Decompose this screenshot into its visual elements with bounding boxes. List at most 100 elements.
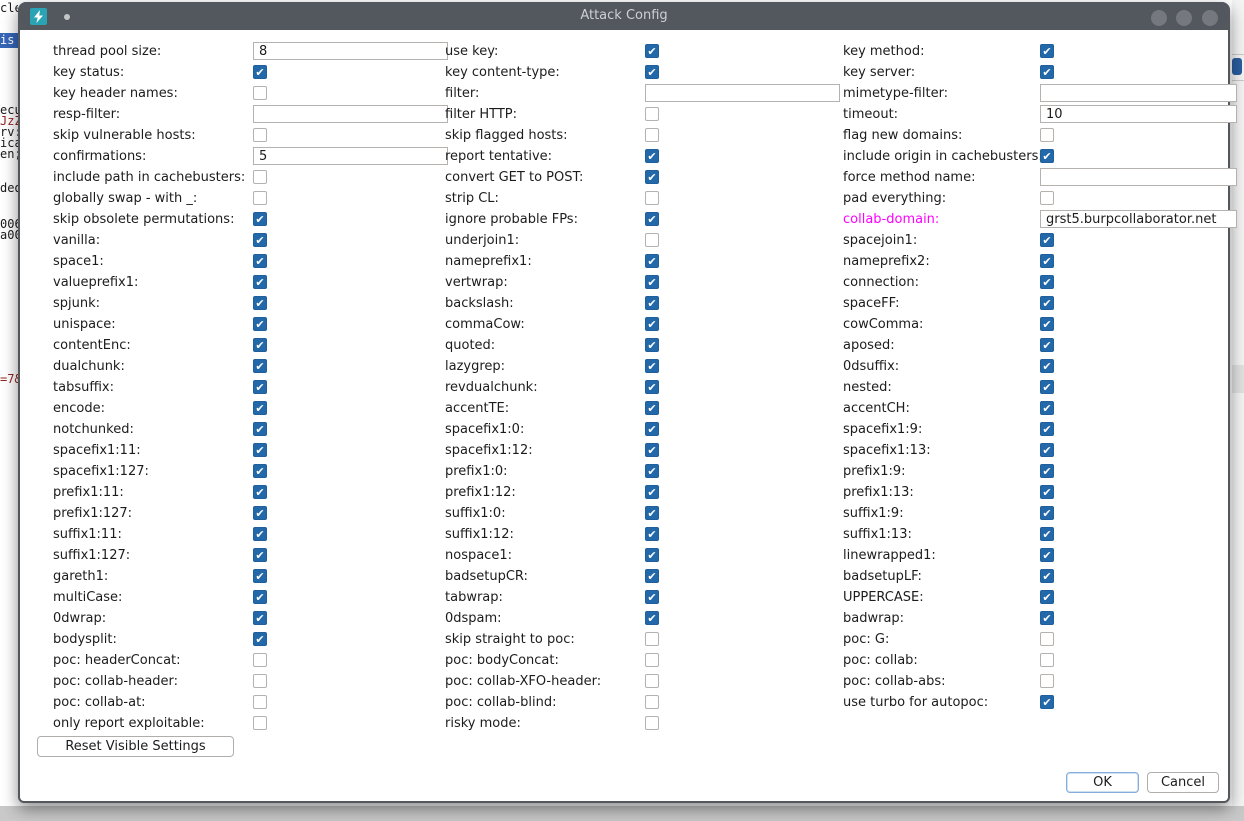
- checkbox-badsetupcr[interactable]: ✔: [645, 569, 659, 583]
- checkbox-spacefix1-9[interactable]: ✔: [1040, 422, 1054, 436]
- checkbox-backslash[interactable]: ✔: [645, 296, 659, 310]
- checkbox-prefix1-11[interactable]: ✔: [253, 485, 267, 499]
- checkbox-nameprefix2[interactable]: ✔: [1040, 254, 1054, 268]
- checkbox-globally-swap-with[interactable]: [253, 191, 267, 205]
- checkbox-dualchunk[interactable]: ✔: [253, 359, 267, 373]
- checkbox-include-path-in-cachebusters[interactable]: [253, 170, 267, 184]
- checkbox-poc-collab[interactable]: [1040, 653, 1054, 667]
- window-control-button[interactable]: [1202, 10, 1218, 26]
- checkbox-prefix1-127[interactable]: ✔: [253, 506, 267, 520]
- checkbox-0dspam[interactable]: ✔: [645, 611, 659, 625]
- checkbox-valueprefix1[interactable]: ✔: [253, 275, 267, 289]
- input-thread-pool-size[interactable]: [253, 42, 448, 60]
- checkbox-0dwrap[interactable]: ✔: [253, 611, 267, 625]
- window-control-button[interactable]: [1151, 10, 1167, 26]
- checkbox-lazygrep[interactable]: ✔: [645, 359, 659, 373]
- input-mimetype-filter[interactable]: [1040, 84, 1237, 102]
- input-collab-domain[interactable]: [1040, 210, 1237, 228]
- reset-visible-settings-button[interactable]: Reset Visible Settings: [37, 736, 234, 757]
- checkbox-tabwrap[interactable]: ✔: [645, 590, 659, 604]
- ok-button[interactable]: OK: [1066, 772, 1139, 793]
- checkbox-skip-vulnerable-hosts[interactable]: [253, 128, 267, 142]
- checkbox-strip-cl[interactable]: [645, 191, 659, 205]
- checkbox-prefix1-12[interactable]: ✔: [645, 485, 659, 499]
- checkbox-poc-headerconcat[interactable]: [253, 653, 267, 667]
- checkbox-prefix1-13[interactable]: ✔: [1040, 485, 1054, 499]
- checkbox-poc-collab-abs[interactable]: [1040, 674, 1054, 688]
- window-control-button[interactable]: [1176, 10, 1192, 26]
- cancel-button[interactable]: Cancel: [1147, 772, 1219, 793]
- checkbox-0dsuffix[interactable]: ✔: [1040, 359, 1054, 373]
- checkbox-risky-mode[interactable]: [645, 716, 659, 730]
- checkbox-prefix1-9[interactable]: ✔: [1040, 464, 1054, 478]
- titlebar[interactable]: Attack Config: [18, 2, 1230, 30]
- checkbox-badsetuplf[interactable]: ✔: [1040, 569, 1054, 583]
- checkbox-filter-http[interactable]: [645, 107, 659, 121]
- checkbox-spaceff[interactable]: ✔: [1040, 296, 1054, 310]
- checkbox-badwrap[interactable]: ✔: [1040, 611, 1054, 625]
- checkbox-report-tentative[interactable]: ✔: [645, 149, 659, 163]
- checkbox-use-key[interactable]: ✔: [645, 44, 659, 58]
- checkbox-spjunk[interactable]: ✔: [253, 296, 267, 310]
- checkbox-underjoin1[interactable]: [645, 233, 659, 247]
- checkbox-nospace1[interactable]: ✔: [645, 548, 659, 562]
- checkbox-key-status[interactable]: ✔: [253, 65, 267, 79]
- checkbox-key-method[interactable]: ✔: [1040, 44, 1054, 58]
- input-timeout[interactable]: [1040, 105, 1237, 123]
- checkbox-space1[interactable]: ✔: [253, 254, 267, 268]
- checkbox-connection[interactable]: ✔: [1040, 275, 1054, 289]
- checkbox-include-origin-in-cachebusters[interactable]: ✔: [1040, 149, 1054, 163]
- input-force-method-name[interactable]: [1040, 168, 1237, 186]
- checkbox-key-server[interactable]: ✔: [1040, 65, 1054, 79]
- checkbox-use-turbo-for-autopoc[interactable]: ✔: [1040, 695, 1054, 709]
- checkbox-quoted[interactable]: ✔: [645, 338, 659, 352]
- checkbox-suffix1-13[interactable]: ✔: [1040, 527, 1054, 541]
- checkbox-bodysplit[interactable]: ✔: [253, 632, 267, 646]
- checkbox-only-report-exploitable[interactable]: [253, 716, 267, 730]
- checkbox-ignore-probable-fps[interactable]: ✔: [645, 212, 659, 226]
- checkbox-revdualchunk[interactable]: ✔: [645, 380, 659, 394]
- checkbox-poc-bodyconcat[interactable]: [645, 653, 659, 667]
- checkbox-key-content-type[interactable]: ✔: [645, 65, 659, 79]
- checkbox-suffix1-11[interactable]: ✔: [253, 527, 267, 541]
- checkbox-suffix1-9[interactable]: ✔: [1040, 506, 1054, 520]
- checkbox-poc-collab-blind[interactable]: [645, 695, 659, 709]
- checkbox-nameprefix1[interactable]: ✔: [645, 254, 659, 268]
- checkbox-pad-everything[interactable]: [1040, 191, 1054, 205]
- checkbox-tabsuffix[interactable]: ✔: [253, 380, 267, 394]
- checkbox-aposed[interactable]: ✔: [1040, 338, 1054, 352]
- checkbox-flag-new-domains[interactable]: [1040, 128, 1054, 142]
- checkbox-nested[interactable]: ✔: [1040, 380, 1054, 394]
- checkbox-spacefix1-11[interactable]: ✔: [253, 443, 267, 457]
- checkbox-skip-obsolete-permutations[interactable]: ✔: [253, 212, 267, 226]
- checkbox-encode[interactable]: ✔: [253, 401, 267, 415]
- checkbox-contentenc[interactable]: ✔: [253, 338, 267, 352]
- checkbox-poc-collab-at[interactable]: [253, 695, 267, 709]
- checkbox-unispace[interactable]: ✔: [253, 317, 267, 331]
- checkbox-poc-collab-header[interactable]: [253, 674, 267, 688]
- checkbox-poc-g[interactable]: [1040, 632, 1054, 646]
- checkbox-skip-straight-to-poc[interactable]: [645, 632, 659, 646]
- input-filter[interactable]: [645, 84, 840, 102]
- checkbox-spacefix1-12[interactable]: ✔: [645, 443, 659, 457]
- checkbox-vanilla[interactable]: ✔: [253, 233, 267, 247]
- checkbox-vertwrap[interactable]: ✔: [645, 275, 659, 289]
- checkbox-uppercase[interactable]: ✔: [1040, 590, 1054, 604]
- checkbox-multicase[interactable]: ✔: [253, 590, 267, 604]
- checkbox-commacow[interactable]: ✔: [645, 317, 659, 331]
- checkbox-convert-get-to-post[interactable]: ✔: [645, 170, 659, 184]
- checkbox-suffix1-0[interactable]: ✔: [645, 506, 659, 520]
- checkbox-suffix1-12[interactable]: ✔: [645, 527, 659, 541]
- checkbox-spacefix1-127[interactable]: ✔: [253, 464, 267, 478]
- checkbox-accentte[interactable]: ✔: [645, 401, 659, 415]
- checkbox-gareth1[interactable]: ✔: [253, 569, 267, 583]
- checkbox-suffix1-127[interactable]: ✔: [253, 548, 267, 562]
- checkbox-skip-flagged-hosts[interactable]: [645, 128, 659, 142]
- checkbox-accentch[interactable]: ✔: [1040, 401, 1054, 415]
- checkbox-cowcomma[interactable]: ✔: [1040, 317, 1054, 331]
- checkbox-prefix1-0[interactable]: ✔: [645, 464, 659, 478]
- input-resp-filter[interactable]: [253, 105, 448, 123]
- checkbox-notchunked[interactable]: ✔: [253, 422, 267, 436]
- checkbox-key-header-names[interactable]: [253, 86, 267, 100]
- checkbox-poc-collab-xfo-header[interactable]: [645, 674, 659, 688]
